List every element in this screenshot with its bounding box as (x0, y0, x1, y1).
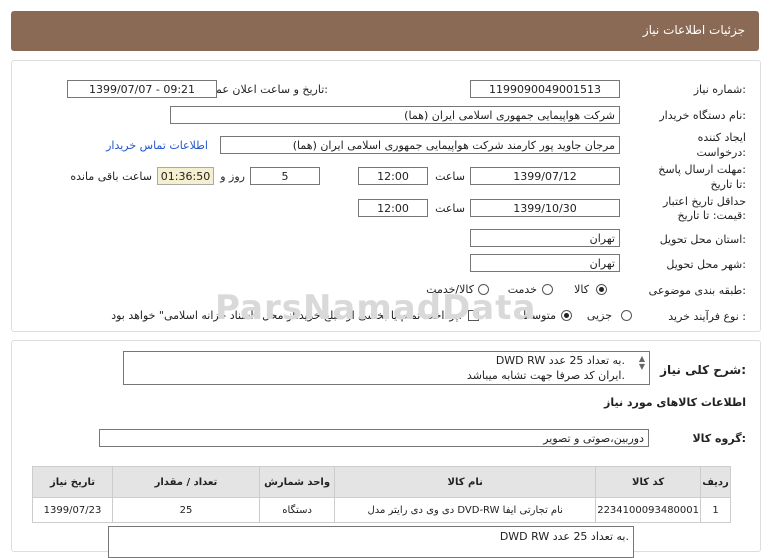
cell-item-name: دی وی دی رایتر مدل DVD-RW نام تجارتی ایف… (334, 497, 597, 523)
goods-section-title: اطلاعات کالاهای مورد نیاز (604, 396, 746, 409)
process-minor-label: جزیی (586, 309, 612, 322)
cell-unit: دستگاه (258, 497, 336, 523)
validity-time-field: 12:00 (358, 199, 428, 217)
item-note-textarea[interactable]: DWD RW به تعداد 25 عدد. (108, 526, 634, 558)
deadline-time-label: ساعت (435, 170, 465, 183)
category-goods-radio[interactable] (596, 284, 607, 295)
days-remaining-field: 5 (250, 167, 320, 185)
deadline-label-2: تا تاریخ: (710, 178, 746, 191)
creator-field: مرجان جاوید پور کارمند شرکت هواپیمایی جم… (220, 136, 620, 154)
col-unit: واحد شمارش (258, 466, 336, 498)
city-label: شهر محل تحویل: (666, 258, 746, 271)
cell-item-code: 2234100093480001 (595, 497, 701, 523)
page-header: جزئیات اطلاعات نیاز (11, 11, 759, 51)
category-goods-service-label: کالا/خدمت (426, 283, 474, 296)
validity-label-1: حداقل تاریخ اعتبار (662, 195, 746, 208)
process-medium-radio[interactable] (561, 310, 572, 321)
remaining-time-field: 01:36:50 (157, 167, 214, 185)
goods-group-label: گروه کالا: (692, 432, 746, 445)
col-row: ردیف (700, 466, 731, 498)
process-medium-label: متوسط (521, 309, 556, 322)
description-line-1: DWD RW به تعداد 25 عدد. (495, 354, 625, 367)
validity-label-2: قیمت: تا تاریخ: (677, 209, 746, 222)
creator-label-2: درخواست: (696, 146, 747, 159)
category-goods-service-radio[interactable] (478, 284, 489, 295)
process-type-label: نوع فرآیند خرید : (668, 310, 746, 323)
province-field: تهران (470, 229, 620, 247)
deadline-label-1: مهلت ارسال پاسخ: (658, 163, 746, 176)
description-label: شرح کلی نیاز: (660, 363, 746, 377)
cell-need-date: 1399/07/23 (32, 497, 113, 523)
deadline-date-field: 1399/07/12 (470, 167, 620, 185)
page-title: جزئیات اطلاعات نیاز (642, 23, 745, 37)
days-label: روز و (220, 170, 245, 183)
city-field: تهران (470, 254, 620, 272)
buyer-org-label: نام دستگاه خریدار: (659, 109, 746, 122)
category-goods-label: کالا (574, 283, 589, 296)
remaining-time-label: ساعت باقی مانده (70, 170, 152, 183)
cell-row-number: 1 (700, 497, 731, 523)
table-row[interactable]: 1399/07/23 25 دستگاه دی وی دی رایتر مدل … (32, 497, 731, 523)
col-quantity: تعداد / مقدار (111, 466, 260, 498)
description-line-2: ایران کد صرفا جهت تشابه میباشد. (466, 369, 625, 382)
validity-time-label: ساعت (435, 202, 465, 215)
col-need-date: تاریخ نیاز (32, 466, 113, 498)
announce-datetime-field: 1399/07/07 - 09:21 (67, 80, 217, 98)
goods-group-field: دوربین،صوتی و تصویر (99, 429, 649, 447)
creator-label-1: ایجاد کننده (697, 131, 746, 144)
category-service-label: خدمت (507, 283, 537, 296)
goods-table: تاریخ نیاز تعداد / مقدار واحد شمارش نام … (32, 466, 731, 523)
col-item-name: نام کالا (334, 466, 597, 498)
treasury-payment-note: پرداخت تمام یا بخشی از مبلغ خرید،از محل … (111, 309, 462, 322)
process-minor-radio[interactable] (621, 310, 632, 321)
category-label: طبقه بندی موضوعی: (648, 284, 746, 297)
validity-date-field: 1399/10/30 (470, 199, 620, 217)
buyer-org-field: شرکت هواپیمایی جمهوری اسلامی ایران (هما) (170, 106, 620, 124)
category-service-radio[interactable] (542, 284, 553, 295)
description-textarea[interactable]: DWD RW به تعداد 25 عدد. ایران کد صرفا جه… (123, 351, 650, 385)
item-note-text: DWD RW به تعداد 25 عدد. (499, 530, 629, 543)
goods-table-header: تاریخ نیاز تعداد / مقدار واحد شمارش نام … (32, 466, 731, 498)
scroll-arrows-icon[interactable]: ▲ ▼ (639, 355, 645, 371)
cell-quantity: 25 (111, 497, 260, 523)
need-number-field: 1199090049001513 (470, 80, 620, 98)
col-item-code: کد کالا (595, 466, 701, 498)
need-number-label: شماره نیاز: (693, 83, 746, 96)
treasury-payment-checkbox[interactable] (468, 310, 479, 321)
deadline-time-field: 12:00 (358, 167, 428, 185)
buyer-contact-link[interactable]: اطلاعات تماس خریدار (106, 139, 208, 152)
province-label: استان محل تحویل: (659, 233, 746, 246)
